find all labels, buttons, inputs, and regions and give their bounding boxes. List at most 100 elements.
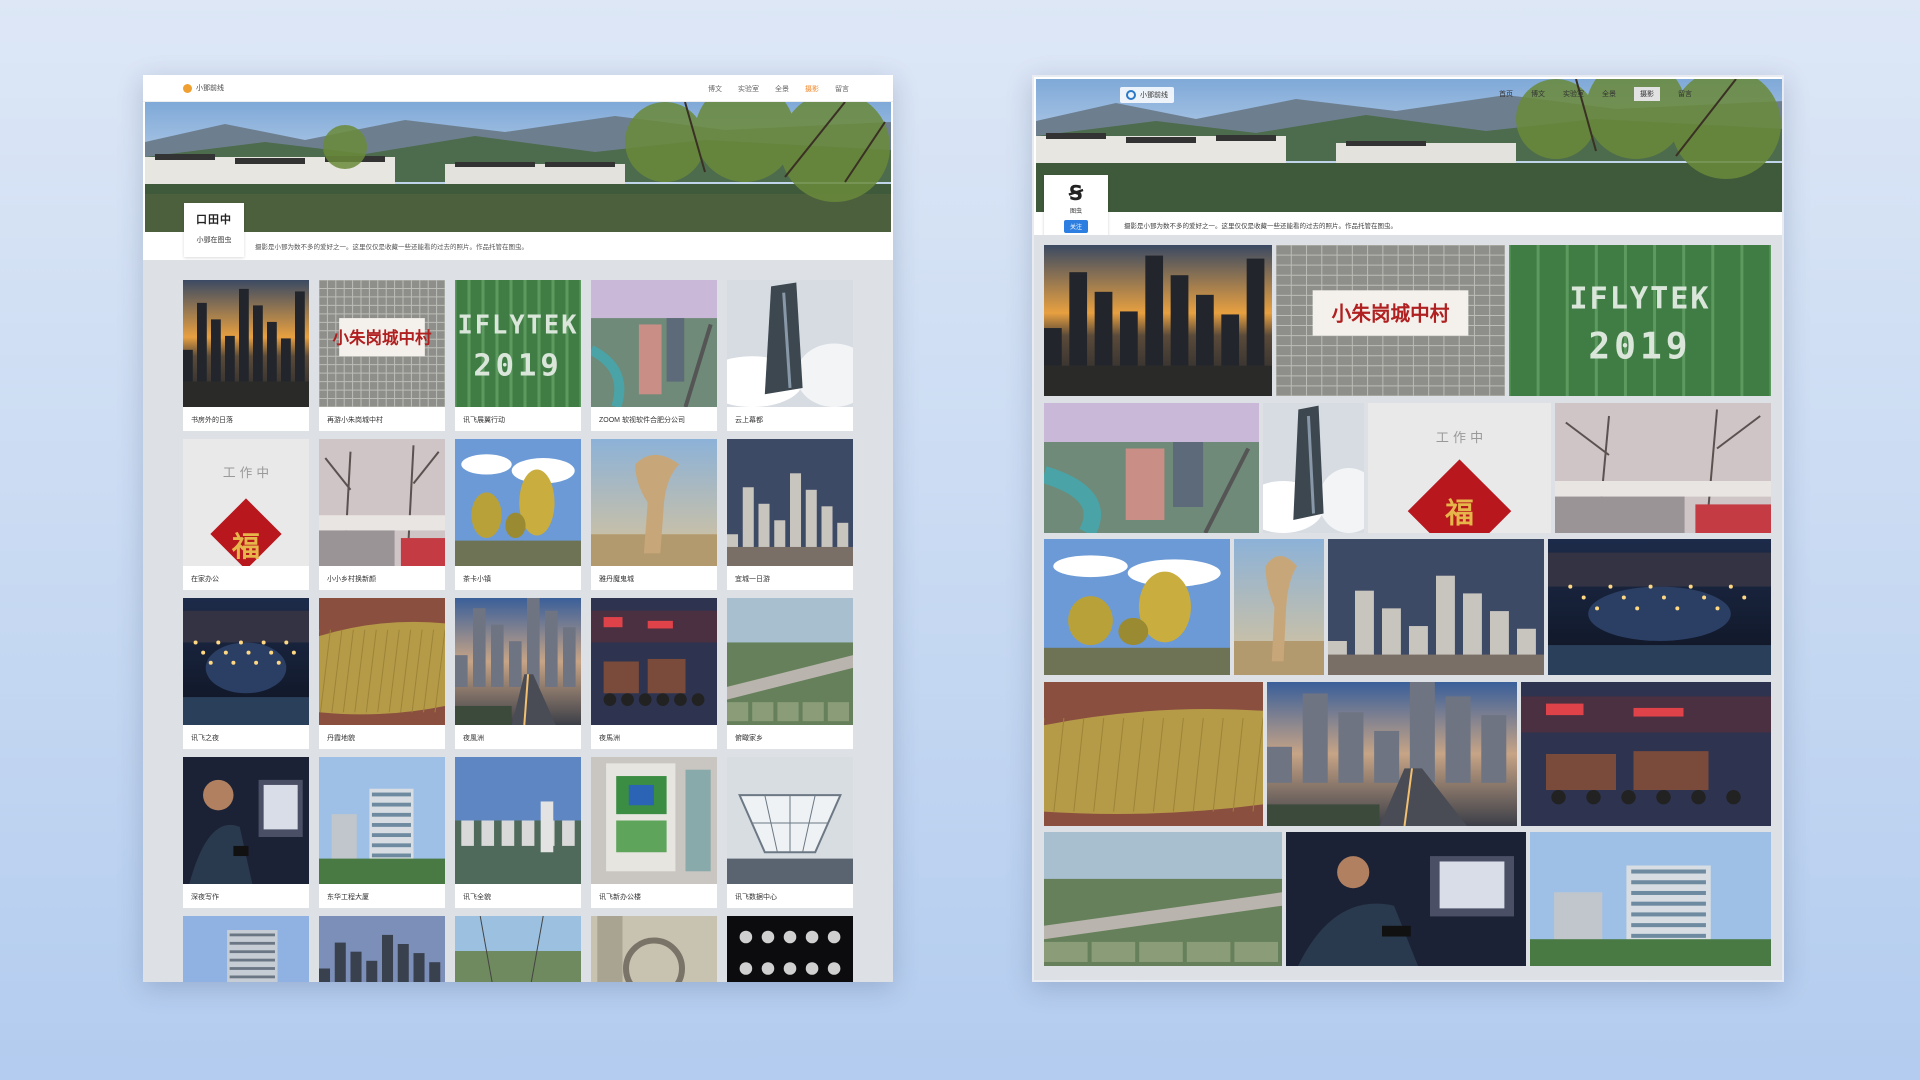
photo-card[interactable]: 讯飞新办公楼 [591,757,717,908]
photo-caption: 讯飞展翼行动 [463,417,505,424]
svg-text:2019: 2019 [473,348,562,383]
photo-card[interactable] [591,916,717,982]
photo-thumbnail[interactable] [591,916,717,982]
nav-item[interactable]: 实验室 [738,84,759,94]
photo-card[interactable]: 云上幕都 [727,280,853,431]
photo-card[interactable]: ZOOM 软视软件合肥分公司 [591,280,717,431]
photo-thumbnail[interactable]: IFLYTEK 2019 [455,280,581,407]
photo-card[interactable]: 书房外的日落 [183,280,309,431]
photo-card[interactable]: 小朱岗城中村 再游小朱岗城中村 [319,280,445,431]
photo-caption: 雅丹魔鬼城 [599,576,634,583]
photo-card[interactable]: IFLYTEK 2019 讯飞展翼行动 [455,280,581,431]
photo-card[interactable]: 雅丹魔鬼城 [591,439,717,590]
nav-item[interactable]: 实验室 [1563,89,1584,101]
photo-tile[interactable] [1548,539,1771,675]
photo-thumbnail[interactable]: 工 作 中福 [183,439,309,566]
photo-thumbnail[interactable] [319,916,445,982]
photo-mosaic: 小朱岗城中村 IFLYTEK 2019 工 作 中福 [1034,235,1782,980]
photo-card[interactable]: 丹霞地貌 [319,598,445,749]
svg-text:福: 福 [1444,496,1474,530]
photo-card[interactable] [727,916,853,982]
photo-caption: 书房外的日落 [191,417,233,424]
photo-card[interactable]: 讯飞之夜 [183,598,309,749]
photo-thumbnail[interactable] [183,598,309,725]
brand[interactable]: 小鄧前线 [183,83,224,93]
photo-card[interactable]: 深夜写作 [183,757,309,908]
photo-card[interactable]: 茶卡小镇 [455,439,581,590]
photo-card[interactable]: 俯瞰家乡 [727,598,853,749]
photo-thumbnail[interactable] [727,280,853,407]
photo-thumbnail[interactable] [455,439,581,566]
photo-thumbnail[interactable] [319,757,445,884]
landscape-banner [145,102,891,232]
photo-thumbnail[interactable] [455,757,581,884]
nav-item[interactable]: 首页 [1499,89,1513,101]
photo-thumbnail[interactable] [455,598,581,725]
photo-card[interactable]: 宜城一日游 [727,439,853,590]
photo-thumbnail[interactable] [727,916,853,982]
photo-thumbnail[interactable] [727,757,853,884]
photo-tile[interactable] [1044,245,1272,396]
photo-caption: 深夜写作 [191,894,219,901]
photo-tile[interactable] [1044,682,1263,826]
svg-text:IFLYTEK: IFLYTEK [457,309,578,339]
photo-card[interactable]: 讯飞数据中心 [727,757,853,908]
photo-card[interactable]: 讯飞全貌 [455,757,581,908]
photo-tile[interactable] [1267,682,1517,826]
nav-item[interactable]: 留言 [1678,89,1692,101]
photo-caption: 云上幕都 [735,417,763,424]
photo-caption: 在家办公 [191,576,219,583]
photo-card[interactable]: 东华工程大厦 [319,757,445,908]
photo-thumbnail[interactable] [319,598,445,725]
photo-thumbnail[interactable] [591,598,717,725]
svg-text:2019: 2019 [1588,324,1691,367]
photo-thumbnail[interactable] [183,280,309,407]
photo-thumbnail[interactable] [591,280,717,407]
photo-thumbnail[interactable] [591,439,717,566]
nav-item[interactable]: 摄影 [805,84,819,94]
photo-thumbnail[interactable] [591,757,717,884]
photo-card[interactable]: 夜馬洲 [591,598,717,749]
photo-card[interactable]: 夜風洲 [455,598,581,749]
photo-card[interactable] [455,916,581,982]
profile-avatar[interactable]: 口田中 小鄧在图虫 [184,203,244,257]
left-window: 小鄧前线 博文 实验室 全景 摄影 留言 口田中 小鄧在图虫 摄影是小鄧为数不多的爱好之… [143,75,893,982]
nav-item[interactable]: 全景 [1602,89,1616,101]
photo-tile[interactable]: 小朱岗城中村 [1276,245,1505,396]
photo-thumbnail[interactable] [727,439,853,566]
photo-thumbnail[interactable] [319,439,445,566]
top-nav: 小鄧前线 首页 博文 实验室 全景 摄影 留言 [1034,77,1782,111]
photo-card[interactable]: 工 作 中福在家办公 [183,439,309,590]
photo-tile[interactable] [1044,403,1259,533]
photo-thumbnail[interactable]: 小朱岗城中村 [319,280,445,407]
brand-name: 小鄧前线 [1140,92,1168,99]
photo-tile[interactable]: 工 作 中福 [1368,403,1551,533]
photo-tile[interactable] [1530,832,1771,966]
photo-card[interactable]: 小小乡村换新颜 [319,439,445,590]
photo-tile[interactable] [1521,682,1771,826]
follow-button[interactable]: 关注 [1063,220,1088,233]
nav-item[interactable]: 全景 [775,84,789,94]
photo-caption: 丹霞地貌 [327,735,355,742]
photo-tile[interactable] [1044,832,1282,966]
photo-tile[interactable] [1044,539,1230,675]
photo-tile[interactable] [1263,403,1364,533]
photo-thumbnail[interactable] [455,916,581,982]
photo-tile[interactable] [1328,539,1544,675]
photo-thumbnail[interactable] [183,757,309,884]
photo-caption: 讯飞新办公楼 [599,894,641,901]
photo-card[interactable] [319,916,445,982]
nav-item[interactable]: 摄影 [1634,87,1660,101]
nav-item[interactable]: 博文 [708,84,722,94]
profile-description: 摄影是小鄧为数不多的爱好之一。这里仅仅是收藏一些还能看的过去的照片。作品托管在图… [1124,223,1397,230]
photo-tile[interactable] [1555,403,1771,533]
nav-item[interactable]: 留言 [835,84,849,94]
photo-tile[interactable] [1234,539,1324,675]
nav-item[interactable]: 博文 [1531,89,1545,101]
photo-card[interactable] [183,916,309,982]
photo-tile[interactable]: IFLYTEK 2019 [1509,245,1771,396]
photo-thumbnail[interactable] [727,598,853,725]
brand[interactable]: 小鄧前线 [1120,87,1174,103]
photo-tile[interactable] [1286,832,1526,966]
photo-thumbnail[interactable] [183,916,309,982]
